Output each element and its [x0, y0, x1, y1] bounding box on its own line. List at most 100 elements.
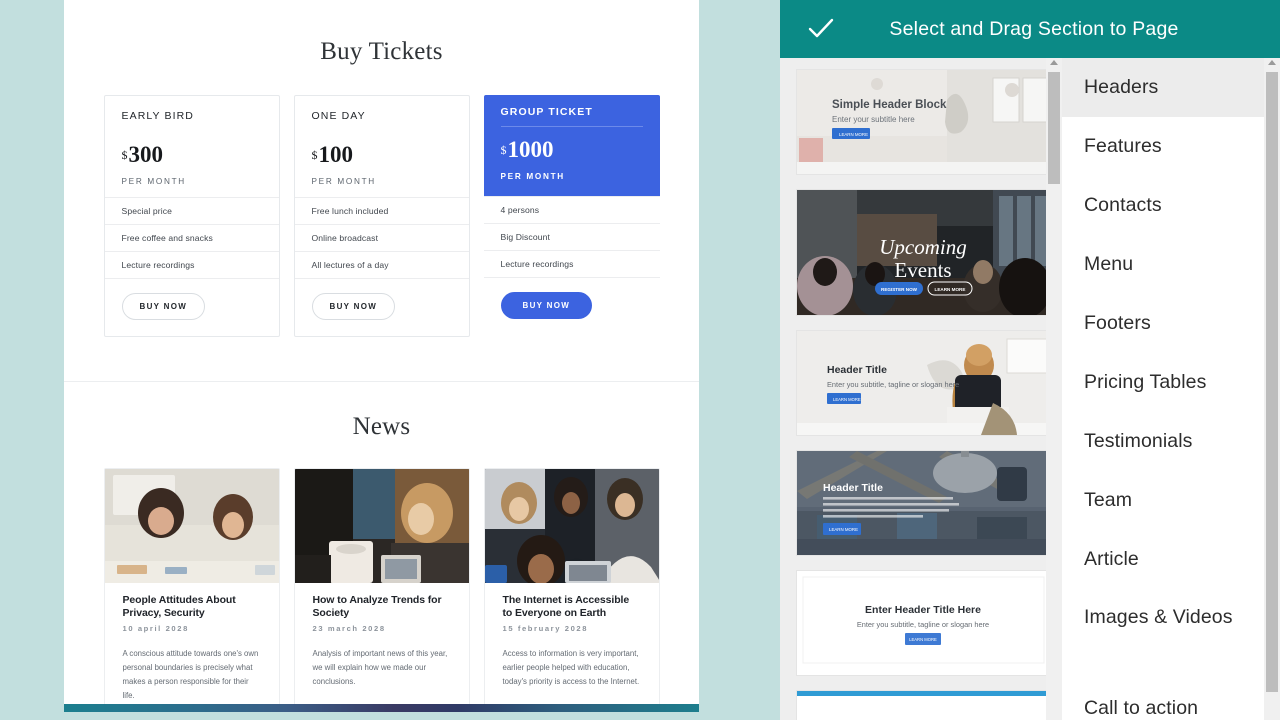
thumbnail-item[interactable]: Header Title Enter you subtitle, tagline… — [797, 331, 1050, 435]
panel-title: Select and Drag Section to Page — [889, 17, 1179, 40]
thumb-image-1: Simple Header Block Enter your subtitle … — [797, 70, 1050, 174]
sidebar-item-footers[interactable]: Footers — [1062, 294, 1280, 353]
news-card[interactable]: People Attitudes About Privacy, Security… — [103, 468, 280, 712]
svg-text:Enter you subtitle, tagline or: Enter you subtitle, tagline or slogan he… — [827, 380, 959, 389]
pricing-card[interactable]: ONE DAY $100 PER MONTH Free lunch includ… — [293, 95, 470, 337]
svg-text:LEARN MORE: LEARN MORE — [833, 397, 861, 402]
svg-text:Enter you subtitle, tagline or: Enter you subtitle, tagline or slogan he… — [857, 620, 989, 629]
page-frame[interactable]: Buy Tickets EARLY BIRD $300 PER MONTH Sp… — [64, 0, 699, 712]
news-cards-row: People Attitudes About Privacy, Security… — [64, 468, 699, 712]
svg-text:Enter your subtitle here: Enter your subtitle here — [832, 115, 915, 124]
pricing-feature: Lecture recordings — [104, 251, 279, 278]
sidebar-item-article[interactable]: Article — [1062, 530, 1280, 589]
news-date: 23 march 2028 — [312, 624, 386, 634]
svg-text:Enter Header Title Here: Enter Header Title Here — [865, 604, 981, 616]
pricing-card-head: GROUP TICKET $1000 PER MONTH — [483, 95, 660, 196]
buy-now-button[interactable]: BUY NOW — [121, 293, 206, 320]
thumbnail-item[interactable]: Upcoming Events REGISTER NOW LEARN MORE — [797, 190, 1050, 315]
scroll-up-arrow-icon[interactable] — [1050, 60, 1058, 65]
thumbnail-item[interactable]: Simple Header Block Enter your subtitle … — [797, 70, 1050, 174]
thumbnail-list[interactable]: Simple Header Block Enter your subtitle … — [780, 58, 1062, 720]
pricing-card-footer: BUY NOW — [294, 278, 469, 336]
buy-now-button[interactable]: BUY NOW — [311, 293, 396, 320]
buy-now-button[interactable]: BUY NOW — [500, 292, 593, 319]
svg-text:Simple Header Block: Simple Header Block — [832, 99, 947, 111]
pricing-cards-row: EARLY BIRD $300 PER MONTH Special price … — [64, 95, 699, 337]
pricing-card-head: ONE DAY $100 PER MONTH — [295, 96, 469, 197]
price-amount: 1000 — [507, 137, 554, 162]
svg-text:LEARN MORE: LEARN MORE — [935, 287, 966, 292]
news-card[interactable]: How to Analyze Trends for Society 23 mar… — [293, 468, 470, 712]
news-excerpt: Analysis of important news of this year,… — [312, 649, 448, 686]
pricing-card[interactable]: EARLY BIRD $300 PER MONTH Special price … — [103, 95, 280, 337]
sidebar-item-contacts[interactable]: Contacts — [1062, 176, 1280, 235]
svg-text:Header Title: Header Title — [823, 482, 883, 494]
pricing-card-footer: BUY NOW — [104, 278, 279, 336]
pricing-card-name: EARLY BIRD — [121, 110, 194, 122]
news-section[interactable]: News People Attitudes About Privacy, Sec… — [64, 381, 699, 712]
sidebar-item-images-videos[interactable]: Images & Videos — [1062, 589, 1280, 679]
thumbnail-item[interactable] — [797, 691, 1050, 720]
pricing-card-footer: BUY NOW — [483, 277, 660, 335]
pricing-feature: All lectures of a day — [294, 251, 469, 278]
website-canvas[interactable]: Buy Tickets EARLY BIRD $300 PER MONTH Sp… — [0, 0, 780, 720]
pricing-section-title: Buy Tickets — [320, 38, 443, 65]
sidebar-item-menu[interactable]: Menu — [1062, 235, 1280, 294]
sidebar-item-call-to-action[interactable]: Call to action — [1062, 679, 1280, 720]
news-photo-3 — [484, 469, 659, 583]
news-card-body: The Internet is Accessible to Everyone o… — [485, 583, 659, 712]
svg-text:LEARN MORE: LEARN MORE — [829, 527, 858, 532]
pricing-card-name: GROUP TICKET — [500, 106, 643, 127]
panel-body: Simple Header Block Enter your subtitle … — [780, 58, 1280, 720]
scrollbar-thumb[interactable] — [1048, 72, 1060, 184]
news-photo-2 — [294, 469, 469, 583]
pricing-card-head: EARLY BIRD $300 PER MONTH — [105, 96, 279, 197]
news-photo-1 — [104, 469, 279, 583]
sidebar-item-headers[interactable]: Headers — [1062, 58, 1280, 117]
news-thumbnail-image — [484, 469, 659, 583]
svg-text:REGISTER NOW: REGISTER NOW — [881, 287, 918, 292]
pricing-feature: Special price — [104, 197, 279, 224]
pricing-section[interactable]: Buy Tickets EARLY BIRD $300 PER MONTH Sp… — [64, 0, 699, 381]
news-excerpt: A conscious attitude towards one's own p… — [122, 649, 259, 700]
thumbnail-item[interactable]: Header Title LEARN MORE — [797, 451, 1050, 555]
thumb-image-6 — [797, 691, 1050, 720]
thumb-image-4: Header Title LEARN MORE — [797, 451, 1050, 555]
thumb-image-5: Enter Header Title Here Enter you subtit… — [797, 571, 1050, 675]
pricing-feature: Free lunch included — [294, 197, 469, 224]
thumbnail-scrollbar[interactable] — [1046, 58, 1062, 720]
pricing-card-featured[interactable]: GROUP TICKET $1000 PER MONTH 4 persons B… — [483, 95, 660, 337]
currency-symbol: $ — [500, 143, 507, 157]
section-list-scrollbar[interactable] — [1264, 58, 1280, 720]
pricing-card-price: $100 — [312, 143, 452, 166]
sidebar-item-testimonials[interactable]: Testimonials — [1062, 412, 1280, 471]
currency-symbol: $ — [121, 148, 128, 162]
sidebar-item-team[interactable]: Team — [1062, 471, 1280, 530]
section-category-list[interactable]: Headers Features Contacts Menu Footers P… — [1062, 58, 1280, 720]
thumb-image-2: Upcoming Events REGISTER NOW LEARN MORE — [797, 190, 1050, 315]
news-thumbnail-image — [104, 469, 279, 583]
price-amount: 100 — [318, 142, 354, 167]
svg-text:LEARN MORE: LEARN MORE — [839, 132, 868, 137]
svg-text:Upcoming: Upcoming — [879, 235, 967, 259]
pricing-card-price: $1000 — [501, 138, 643, 161]
sidebar-item-features[interactable]: Features — [1062, 117, 1280, 176]
svg-text:LEARN MORE: LEARN MORE — [909, 637, 937, 642]
thumbnail-item[interactable]: Enter Header Title Here Enter you subtit… — [797, 571, 1050, 675]
checkmark-icon[interactable] — [804, 12, 838, 46]
pricing-feature: Lecture recordings — [483, 250, 660, 277]
pricing-card-period: PER MONTH — [500, 172, 565, 181]
currency-symbol: $ — [311, 148, 318, 162]
sidebar-item-pricing-tables[interactable]: Pricing Tables — [1062, 353, 1280, 412]
thumb-image-3: Header Title Enter you subtitle, tagline… — [797, 331, 1050, 435]
pricing-feature: Big Discount — [483, 223, 660, 250]
checkmark-glyph — [808, 18, 834, 38]
scroll-up-arrow-icon[interactable] — [1268, 60, 1276, 65]
panel-header: Select and Drag Section to Page — [780, 0, 1280, 58]
news-card-body: How to Analyze Trends for Society 23 mar… — [295, 583, 469, 712]
pricing-card-name: ONE DAY — [311, 110, 366, 122]
pricing-feature: 4 persons — [483, 196, 660, 223]
section-picker-panel: Select and Drag Section to Page Simple H… — [780, 0, 1280, 720]
news-card[interactable]: The Internet is Accessible to Everyone o… — [483, 468, 660, 712]
scrollbar-thumb[interactable] — [1266, 72, 1278, 692]
